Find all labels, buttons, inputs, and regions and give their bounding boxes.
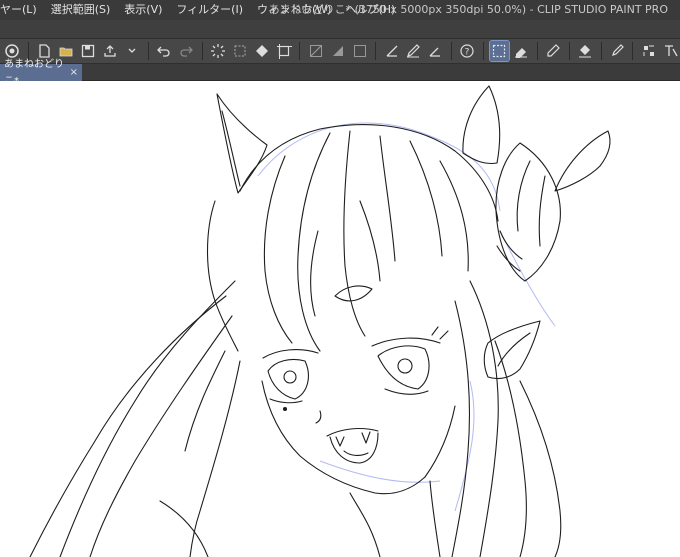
title-bar: ヤー(L) 選択範囲(S) 表示(V) フィルター(I) ウィンドウ(W) ヘル…: [0, 0, 680, 20]
toolbar-separator: [201, 42, 203, 60]
menu-selection[interactable]: 選択範囲(S): [44, 0, 118, 20]
vector-icon[interactable]: [382, 41, 401, 61]
crop-icon[interactable]: [306, 41, 325, 61]
ink-layer: [29, 85, 611, 557]
document-tab[interactable]: あまねおどりこ* ×: [0, 59, 82, 87]
filter-icon[interactable]: [661, 41, 680, 61]
drawing-canvas[interactable]: [0, 81, 680, 557]
transform-icon[interactable]: [274, 41, 293, 61]
bucket-icon[interactable]: [576, 41, 595, 61]
toolbar-separator: [536, 42, 538, 60]
toolbar-separator: [600, 42, 602, 60]
loading-icon[interactable]: [208, 41, 227, 61]
selection-icon[interactable]: [488, 40, 510, 62]
toolbar-separator: [482, 42, 484, 60]
export-icon[interactable]: [101, 41, 120, 61]
toolbar-separator: [147, 42, 149, 60]
fill-icon[interactable]: [252, 41, 271, 61]
hide-icon[interactable]: [328, 41, 347, 61]
menu-filter[interactable]: フィルター(I): [169, 0, 250, 20]
clear-icon[interactable]: [230, 41, 249, 61]
line-art: [29, 85, 611, 557]
toolbar-separator: [632, 42, 634, 60]
document-tab-bar: あまねおどりこ* ×: [0, 59, 680, 87]
command-bar: ?: [0, 38, 680, 64]
redo-icon[interactable]: [177, 41, 196, 61]
pencil-icon[interactable]: [544, 41, 563, 61]
menu-layer[interactable]: ヤー(L): [0, 0, 44, 20]
ruler-icon[interactable]: [350, 41, 369, 61]
toolbar-separator: [375, 42, 377, 60]
eraser-icon[interactable]: [512, 41, 531, 61]
save-icon[interactable]: [79, 41, 98, 61]
help-icon[interactable]: ?: [458, 41, 477, 61]
toolbar-separator: [450, 42, 452, 60]
svg-text:?: ?: [465, 48, 470, 58]
brush-icon[interactable]: [607, 41, 626, 61]
layer-icon[interactable]: [639, 41, 658, 61]
ribbon-strip: [0, 20, 680, 38]
correction-icon[interactable]: [426, 41, 445, 61]
chevron-down-icon[interactable]: [123, 41, 142, 61]
sketch-layer: [257, 122, 556, 512]
pen-icon[interactable]: [404, 41, 423, 61]
menu-view[interactable]: 表示(V): [117, 0, 169, 20]
window-title: あまねおどりこ* (3750 x 5000px 350dpi 50.0%) - …: [268, 3, 668, 16]
toolbar-separator: [568, 42, 570, 60]
close-icon[interactable]: ×: [70, 64, 78, 81]
undo-icon[interactable]: [155, 41, 174, 61]
toolbar-separator: [299, 42, 301, 60]
